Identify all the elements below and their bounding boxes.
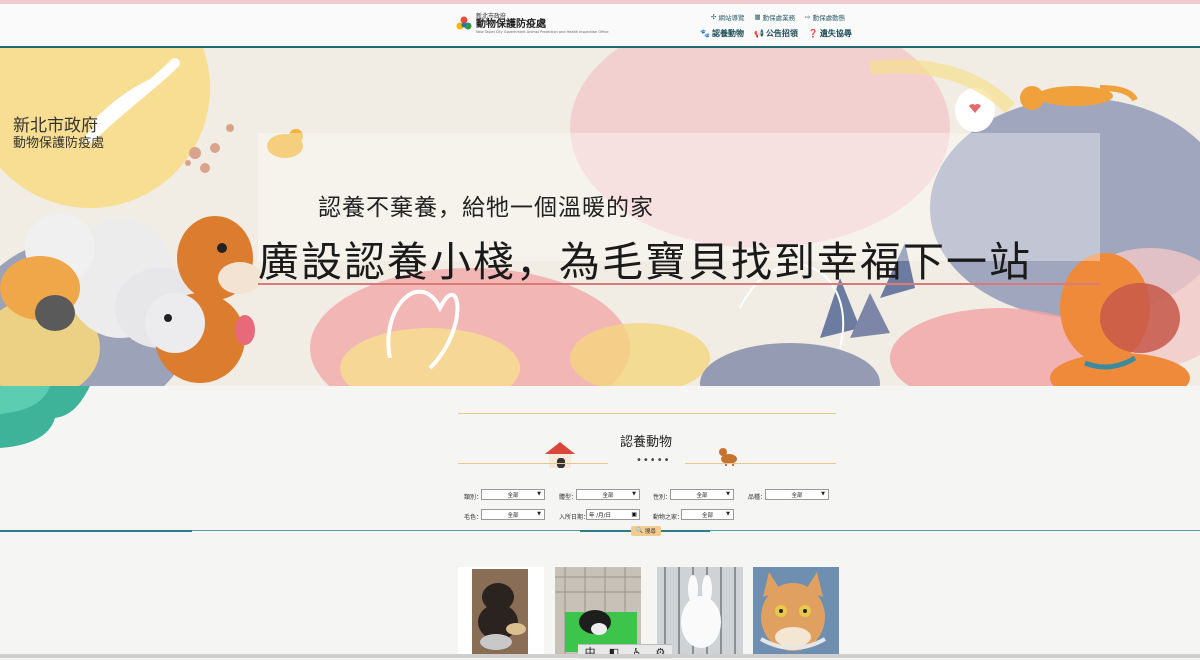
chevron-down-icon: ▼ — [726, 511, 730, 517]
section-title: 認養動物 — [620, 435, 673, 450]
chevron-down-icon: ▼ — [537, 491, 541, 497]
chevron-down-icon: ▼ — [537, 511, 541, 517]
utility-link-label: 網站導覽 — [718, 14, 745, 22]
chevron-down-icon: ▼ — [821, 491, 825, 497]
search-button-label: 搜尋 — [644, 529, 656, 535]
bottom-scrollbar[interactable] — [0, 654, 1200, 658]
doghouse-icon — [545, 442, 575, 468]
select-value: 全部 — [602, 492, 614, 499]
animal-photo-cat — [753, 567, 839, 658]
utility-link-sitemap[interactable]: ✣ 網站導覽 — [711, 12, 744, 22]
logo-main-text: 動物保護防疫處 — [476, 19, 546, 30]
filter-label-color: 毛色： — [464, 514, 483, 521]
divider-accent-left — [0, 530, 192, 532]
sitemap-icon: ✣ — [711, 13, 717, 21]
utility-link-label: 動保處業務 — [762, 14, 796, 22]
select-value: 全部 — [507, 492, 519, 499]
filter-date-input[interactable]: 年 /月/日 ▣ — [586, 509, 640, 520]
select-value: 全部 — [507, 512, 519, 519]
megaphone-icon: 📢 — [753, 29, 764, 38]
utility-link-label: 動保處動態 — [812, 14, 846, 22]
nav-item-lost[interactable]: ❓ 遺失協尋 — [808, 28, 852, 39]
section-top-line — [458, 413, 836, 414]
building-icon: ▦ — [754, 13, 761, 21]
calendar-icon: ▣ — [631, 511, 637, 518]
chevron-down-icon: ▼ — [632, 491, 636, 497]
filter-label-date: 入所日期： — [559, 514, 590, 521]
filter-label-breed: 品種： — [748, 494, 767, 501]
filter-select-size[interactable]: 全部 ▼ — [576, 489, 640, 500]
filter-select-breed[interactable]: 全部 ▼ — [765, 489, 829, 500]
banner-org-dept: 動物保護防疫處 — [13, 136, 105, 151]
animal-photo-puppy — [458, 567, 544, 658]
logo-flower-icon — [456, 16, 472, 30]
chevron-down-icon: ▼ — [726, 491, 730, 497]
arrow-icon: ⇨ — [805, 13, 811, 21]
main-nav: 🐾 認養動物 📢 公告招領 ❓ 遺失協尋 — [700, 28, 852, 39]
nav-item-notice[interactable]: 📢 公告招領 — [754, 28, 798, 39]
search-button[interactable]: 🔍 搜尋 — [631, 526, 661, 536]
filter-select-shelter[interactable]: 全部 ▼ — [681, 509, 734, 520]
search-icon: 🔍 — [636, 528, 643, 534]
filter-select-gender[interactable]: 全部 ▼ — [670, 489, 734, 500]
filter-label-shelter: 動物之家： — [653, 514, 684, 521]
select-value: 全部 — [791, 492, 803, 499]
utility-nav: ✣ 網站導覽 ▦ 動保處業務 ⇨ 動保處動態 — [711, 12, 845, 22]
select-value: 全部 — [696, 492, 708, 499]
nav-item-label: 遺失協尋 — [819, 29, 852, 38]
filter-label-size: 體型： — [559, 494, 578, 501]
utility-link-news[interactable]: ⇨ 動保處動態 — [805, 12, 845, 22]
filter-select-category[interactable]: 全部 ▼ — [481, 489, 545, 500]
animal-card[interactable] — [458, 567, 544, 658]
banner-underline — [258, 283, 1100, 285]
select-value: 全部 — [701, 512, 713, 519]
filter-label-category: 類別： — [464, 494, 483, 501]
date-value: 年 /月/日 — [589, 512, 611, 519]
leaf-decoration — [0, 386, 90, 448]
utility-link-business[interactable]: ▦ 動保處業務 — [754, 12, 795, 22]
banner-subtitle: 認養不棄養，給牠一個溫暖的家 — [318, 195, 654, 221]
filter-select-color[interactable]: 全部 ▼ — [481, 509, 545, 520]
site-logo[interactable]: 新北市政府 動物保護防疫處 New Taipei City Government… — [456, 14, 609, 35]
nav-item-adopt[interactable]: 🐾 認養動物 — [700, 28, 744, 39]
nav-item-label: 公告招領 — [765, 29, 798, 38]
question-icon: ❓ — [807, 29, 818, 38]
nav-item-label: 認養動物 — [711, 29, 744, 38]
site-header: 新北市政府 動物保護防疫處 New Taipei City Government… — [0, 4, 1200, 48]
hero-banner: 新北市政府 動物保護防疫處 認養不棄養，給牠一個溫暖的家 廣設認養小棧，為毛寶貝… — [0, 48, 1200, 386]
logo-english-text: New Taipei City Government Animal Protec… — [476, 30, 609, 34]
banner-title: 廣設認養小棧，為毛寶貝找到幸福下一站 — [258, 238, 1032, 286]
animal-card[interactable] — [753, 567, 839, 658]
section-dots: ••••• — [636, 455, 671, 466]
paw-icon: 🐾 — [700, 29, 710, 38]
section-underline-left — [458, 463, 608, 464]
section-underline-right — [685, 463, 836, 464]
filter-label-gender: 性別： — [653, 494, 672, 501]
